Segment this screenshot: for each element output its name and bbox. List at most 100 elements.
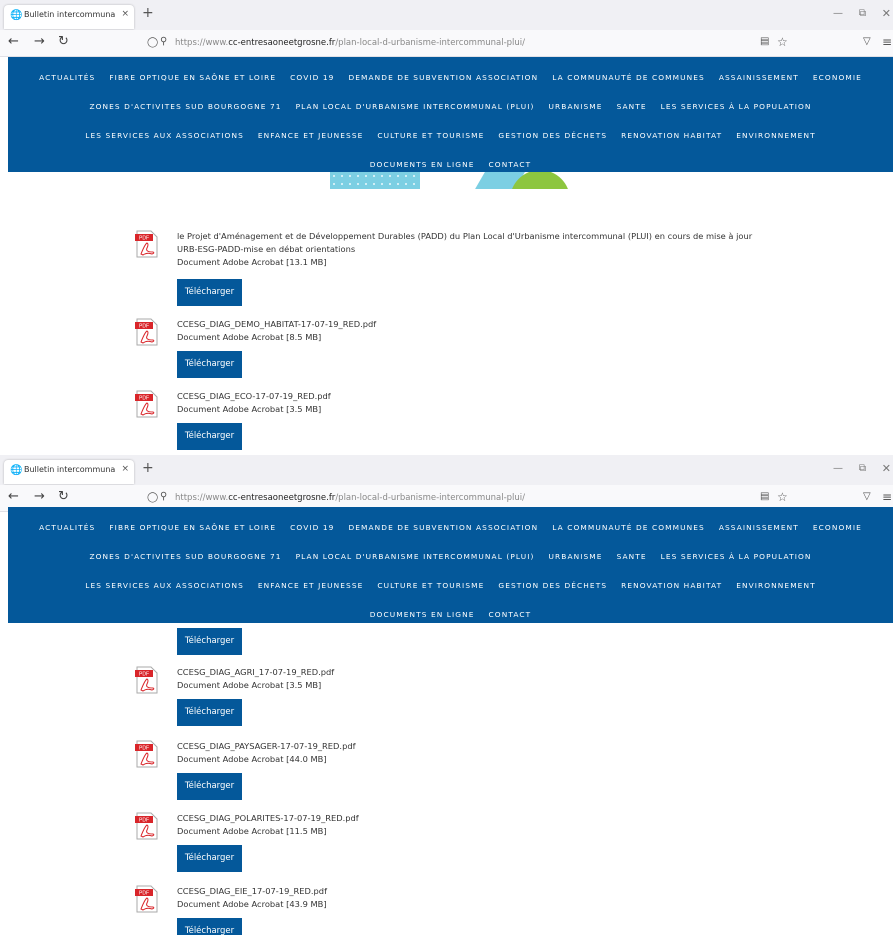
svg-text:PDF: PDF [139,891,149,897]
nav-item-culture-tourisme[interactable]: CULTURE ET TOURISME [377,581,484,590]
lock-icon[interactable]: ⚲ [160,491,167,502]
browser-tab[interactable]: 🌐 Bulletin intercommunal 2022 - ... × [4,5,134,29]
document-title[interactable]: CCESG_DIAG_PAYSAGER-17-07-19_RED.pdf [177,740,356,753]
nav-row: LES SERVICES AUX ASSOCIATIONS ENFANCE ET … [8,573,893,592]
nav-item-documents-en-ligne[interactable]: DOCUMENTS EN LIGNE [370,610,475,619]
nav-item-sante[interactable]: SANTE [617,552,647,561]
star-icon[interactable]: ☆ [777,490,788,504]
nav-item-enfance-jeunesse[interactable]: ENFANCE ET JEUNESSE [258,581,363,590]
nav-item-subvention[interactable]: DEMANDE DE SUBVENTION ASSOCIATION [348,73,538,82]
lock-icon[interactable]: ⚲ [160,36,167,47]
nav-item-services-population[interactable]: LES SERVICES À LA POPULATION [661,552,812,561]
nav-item-environnement[interactable]: ENVIRONNEMENT [736,581,816,590]
close-icon[interactable]: × [121,9,129,19]
pdf-file-icon: PDF [135,666,158,694]
plus-icon[interactable]: + [142,6,154,20]
nav-item-communaute[interactable]: LA COMMUNAUTÉ DE COMMUNES [552,523,705,532]
pdf-file-icon: PDF [135,390,158,418]
nav-item-plui[interactable]: PLAN LOCAL D'URBANISME INTERCOMMUNAL (PL… [296,102,535,111]
nav-item-fibre-optique[interactable]: FIBRE OPTIQUE EN SAÔNE ET LOIRE [109,523,276,532]
nav-item-gestion-dechets[interactable]: GESTION DES DÉCHETS [498,131,607,140]
download-button[interactable]: Télécharger [177,423,242,450]
back-arrow-icon[interactable]: ← [8,490,19,504]
nav-item-economie[interactable]: ECONOMIE [813,523,862,532]
nav-item-contact[interactable]: CONTACT [489,160,532,169]
nav-item-urbanisme[interactable]: URBANISME [549,102,603,111]
nav-item-zones-activites[interactable]: ZONES D'ACTIVITES SUD BOURGOGNE 71 [89,552,281,561]
hamburger-menu-icon[interactable]: ≡ [882,35,892,49]
nav-item-sante[interactable]: SANTE [617,102,647,111]
url-field[interactable]: https://www.cc-entresaoneetgrosne.fr/pla… [175,38,525,48]
download-button[interactable]: Télécharger [177,699,242,726]
nav-item-zones-activites[interactable]: ZONES D'ACTIVITES SUD BOURGOGNE 71 [89,102,281,111]
pocket-icon[interactable]: ▽ [863,36,871,47]
download-button[interactable]: Télécharger [177,845,242,872]
nav-item-actualites[interactable]: ACTUALITÉS [39,523,95,532]
nav-row: ZONES D'ACTIVITES SUD BOURGOGNE 71 PLAN L… [8,544,893,563]
download-button[interactable]: Télécharger [177,628,242,655]
back-arrow-icon[interactable]: ← [8,35,19,49]
site-navigation: ACTUALITÉS FIBRE OPTIQUE EN SAÔNE ET LOIR… [8,507,893,623]
nav-item-renovation-habitat[interactable]: RENOVATION HABITAT [621,581,722,590]
nav-item-assainissement[interactable]: ASSAINISSEMENT [719,73,799,82]
nav-item-services-associations[interactable]: LES SERVICES AUX ASSOCIATIONS [85,581,244,590]
reload-icon[interactable]: ↻ [58,490,69,504]
nav-item-fibre-optique[interactable]: FIBRE OPTIQUE EN SAÔNE ET LOIRE [109,73,276,82]
document-title[interactable]: CCESG_DIAG_ECO-17-07-19_RED.pdf [177,390,331,403]
star-icon[interactable]: ☆ [777,35,788,49]
minimize-icon[interactable]: — [833,8,843,19]
nav-item-gestion-dechets[interactable]: GESTION DES DÉCHETS [498,581,607,590]
reload-icon[interactable]: ↻ [58,35,69,49]
document-meta: Document Adobe Acrobat [43.9 MB] [177,899,327,909]
nav-item-economie[interactable]: ECONOMIE [813,73,862,82]
globe-icon: 🌐 [10,10,23,21]
nav-item-actualites[interactable]: ACTUALITÉS [39,73,95,82]
nav-row: DOCUMENTS EN LIGNE CONTACT [8,152,893,171]
document-text: CCESG_DIAG_ECO-17-07-19_RED.pdf Document… [177,390,331,416]
close-icon[interactable]: × [121,464,129,474]
window-close-icon[interactable]: ✕ [882,7,891,20]
maximize-icon[interactable]: ⧉ [859,8,866,19]
document-title[interactable]: CCESG_DIAG_AGRI_17-07-19_RED.pdf [177,666,334,679]
svg-text:PDF: PDF [139,396,149,402]
nav-item-plui[interactable]: PLAN LOCAL D'URBANISME INTERCOMMUNAL (PL… [296,552,535,561]
download-button[interactable]: Télécharger [177,773,242,800]
download-button[interactable]: Télécharger [177,351,242,378]
download-button[interactable]: Télécharger [177,918,242,935]
svg-text:PDF: PDF [139,672,149,678]
minimize-icon[interactable]: — [833,463,843,474]
document-title[interactable]: CCESG_DIAG_EIE_17-07-19_RED.pdf [177,885,327,898]
nav-item-communaute[interactable]: LA COMMUNAUTÉ DE COMMUNES [552,73,705,82]
hamburger-menu-icon[interactable]: ≡ [882,490,892,504]
shield-icon[interactable]: ◯ [147,37,158,48]
nav-item-services-associations[interactable]: LES SERVICES AUX ASSOCIATIONS [85,131,244,140]
plus-icon[interactable]: + [142,461,154,475]
reader-view-icon[interactable]: ▤ [760,491,769,502]
shield-icon[interactable]: ◯ [147,492,158,503]
pocket-icon[interactable]: ▽ [863,491,871,502]
document-title[interactable]: le Projet d'Aménagement et de Développem… [177,230,752,243]
download-button[interactable]: Télécharger [177,279,242,306]
forward-arrow-icon[interactable]: → [34,490,45,504]
nav-item-culture-tourisme[interactable]: CULTURE ET TOURISME [377,131,484,140]
nav-item-subvention[interactable]: DEMANDE DE SUBVENTION ASSOCIATION [348,523,538,532]
nav-item-enfance-jeunesse[interactable]: ENFANCE ET JEUNESSE [258,131,363,140]
maximize-icon[interactable]: ⧉ [859,463,866,474]
browser-tab[interactable]: 🌐 Bulletin intercommunal 2022 - ... × [4,460,134,484]
document-meta: Document Adobe Acrobat [11.5 MB] [177,826,327,836]
nav-item-urbanisme[interactable]: URBANISME [549,552,603,561]
document-title[interactable]: CCESG_DIAG_POLARITES-17-07-19_RED.pdf [177,812,359,825]
url-field[interactable]: https://www.cc-entresaoneetgrosne.fr/pla… [175,493,525,503]
nav-item-renovation-habitat[interactable]: RENOVATION HABITAT [621,131,722,140]
nav-item-services-population[interactable]: LES SERVICES À LA POPULATION [661,102,812,111]
nav-item-environnement[interactable]: ENVIRONNEMENT [736,131,816,140]
nav-item-documents-en-ligne[interactable]: DOCUMENTS EN LIGNE [370,160,475,169]
forward-arrow-icon[interactable]: → [34,35,45,49]
nav-item-covid[interactable]: COVID 19 [290,523,334,532]
nav-item-contact[interactable]: CONTACT [489,610,532,619]
reader-view-icon[interactable]: ▤ [760,36,769,47]
nav-item-assainissement[interactable]: ASSAINISSEMENT [719,523,799,532]
window-close-icon[interactable]: ✕ [882,462,891,475]
nav-item-covid[interactable]: COVID 19 [290,73,334,82]
document-title[interactable]: CCESG_DIAG_DEMO_HABITAT-17-07-19_RED.pdf [177,318,376,331]
